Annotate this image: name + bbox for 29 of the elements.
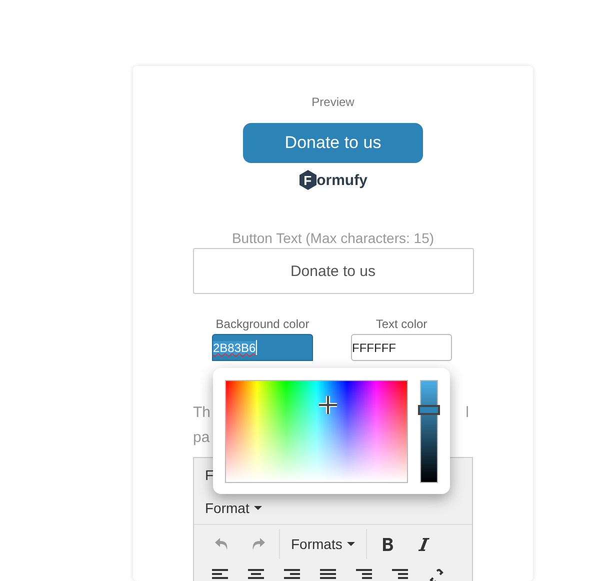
preview-label: Preview [312,95,354,109]
format-menu[interactable]: Format [205,500,262,516]
saturation-field[interactable] [225,380,408,483]
description-text: l [466,404,469,423]
menu-item[interactable]: F [205,466,214,482]
crosshair-icon[interactable] [318,394,338,415]
field-label: Button Text (Max characters: 15) [232,230,434,246]
align-left-icon[interactable] [212,569,228,581]
indent-icon[interactable] [392,569,408,581]
color-input[interactable]: FFFFFF [351,334,452,361]
brightness-slider[interactable] [420,380,438,483]
align-center-icon[interactable] [248,569,264,581]
align-justify-icon[interactable] [320,569,336,581]
brand-logo: F ormufy [298,170,368,190]
outdent-icon[interactable] [356,569,372,581]
align-right-icon[interactable] [284,569,300,581]
donate-button[interactable]: Donate to us [243,123,423,163]
slider-handle[interactable] [418,405,440,416]
button-text-input[interactable]: Donate to us [192,248,474,294]
redo-icon [250,537,266,551]
color-label: Background color [216,317,310,331]
undo-icon [214,537,230,551]
description-text: Th [193,404,211,423]
formats-dropdown[interactable]: Formats [283,529,364,559]
italic-icon [418,536,430,552]
color-label: Text color [376,317,428,331]
bold-icon [382,536,394,552]
description-text: pa [193,429,210,446]
link-icon[interactable] [428,569,444,581]
